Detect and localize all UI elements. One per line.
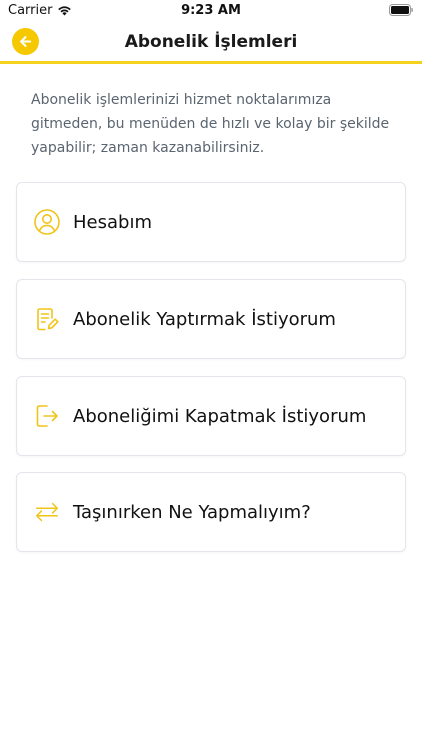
status-bar: Carrier 9:23 AM xyxy=(0,0,422,22)
user-circle-icon xyxy=(33,208,61,236)
intro-text: Abonelik işlemlerinizi hizmet noktalarım… xyxy=(31,92,390,156)
menu-item-abonelik-yaptirmak[interactable]: Abonelik Yaptırmak İstiyorum xyxy=(16,279,406,359)
battery-icon xyxy=(389,4,413,16)
status-time: 9:23 AM xyxy=(181,3,241,18)
menu-item-label: Taşınırken Ne Yapmalıyım? xyxy=(73,501,311,523)
navigation-bar: Abonelik İşlemleri xyxy=(0,22,422,64)
logout-icon xyxy=(33,402,61,430)
document-edit-icon xyxy=(33,305,61,333)
page-title: Abonelik İşlemleri xyxy=(124,32,298,52)
menu-item-tasinirken[interactable]: Taşınırken Ne Yapmalıyım? xyxy=(16,472,406,552)
menu-item-label: Aboneliğimi Kapatmak İstiyorum xyxy=(73,405,367,427)
menu-item-hesabim[interactable]: Hesabım xyxy=(16,182,406,262)
menu-item-label: Hesabım xyxy=(73,211,152,233)
menu-item-label: Abonelik Yaptırmak İstiyorum xyxy=(73,308,336,330)
transfer-arrows-icon xyxy=(33,498,61,526)
menu-item-aboneligi-kapatmak[interactable]: Aboneliğimi Kapatmak İstiyorum xyxy=(16,376,406,456)
